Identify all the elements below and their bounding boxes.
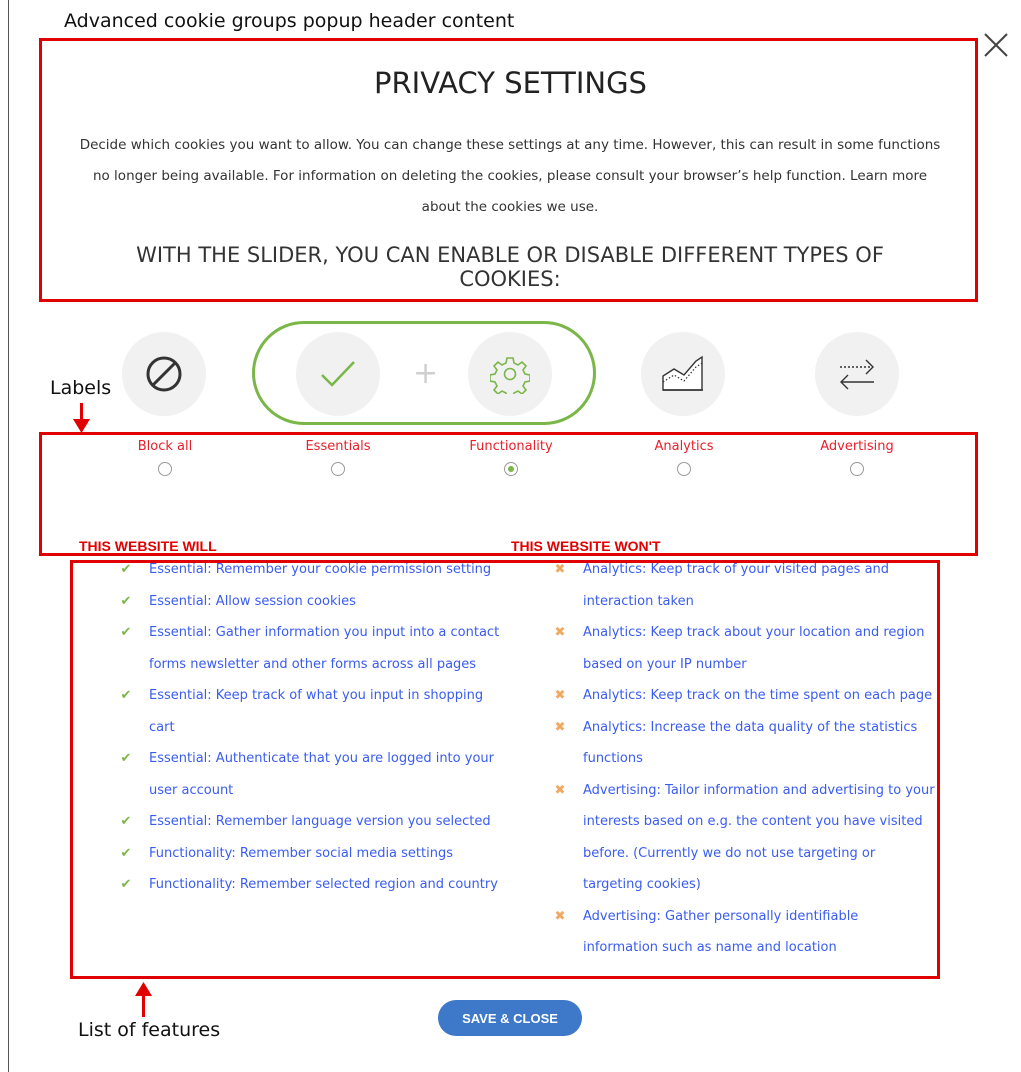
list-item: ✖ Analytics: Keep track on the time spent…	[552, 680, 937, 712]
cross-icon: ✖	[554, 782, 566, 798]
radio-advertising[interactable]	[850, 462, 864, 476]
feature-text: Essential: Authenticate that you are log…	[149, 751, 494, 798]
check-icon: ✔	[120, 688, 132, 703]
will-heading: THIS WEBSITE WILL	[79, 538, 217, 554]
list-item: ✖ Analytics: Keep track about your locati…	[552, 617, 937, 680]
radio-analytics[interactable]	[677, 462, 691, 476]
cross-icon: ✖	[554, 625, 566, 640]
annotation-labels-caption: Labels	[50, 377, 112, 399]
check-icon	[321, 361, 355, 387]
check-icon: ✔	[120, 593, 132, 609]
cross-icon: ✖	[554, 562, 566, 577]
list-item: ✔ Essential: Remember language version yo…	[118, 806, 508, 838]
wont-feature-list: ✖ Analytics: Keep track of your visited p…	[552, 554, 937, 964]
feature-text: Essential: Remember language version you…	[149, 814, 491, 829]
feature-text: Analytics: Increase the data quality of …	[583, 719, 918, 767]
advertising-circle[interactable]	[815, 332, 899, 416]
cross-icon: ✖	[554, 719, 566, 735]
slider-instruction: WITH THE SLIDER, YOU CAN ENABLE OR DISAB…	[136, 243, 884, 291]
check-icon: ✔	[120, 562, 132, 577]
popup-title: PRIVACY SETTINGS	[374, 66, 647, 100]
list-item: ✖ Advertising: Tailor information and adv…	[552, 775, 937, 901]
feature-text: Essential: Remember your cookie permissi…	[149, 562, 492, 577]
annotation-list-caption: List of features	[78, 1019, 221, 1041]
radio-block-all[interactable]	[158, 462, 172, 476]
radio-essentials[interactable]	[331, 462, 345, 476]
check-icon: ✔	[120, 751, 132, 766]
list-item: ✔ Essential: Keep track of what you input…	[118, 680, 508, 743]
gear-icon	[490, 357, 530, 394]
radio-functionality[interactable]	[504, 462, 518, 476]
option-label: Analytics	[654, 439, 714, 454]
list-item: ✔ Functionality: Remember social media se…	[118, 838, 508, 870]
popup-frame-edge	[8, 0, 9, 1072]
cross-icon: ✖	[554, 688, 566, 703]
save-close-button[interactable]: SAVE & CLOSE	[438, 1000, 582, 1036]
feature-text: Advertising: Gather personally identifia…	[583, 908, 859, 956]
chart-icon	[662, 355, 703, 391]
plus-icon: +	[413, 356, 439, 391]
analytics-circle[interactable]	[641, 332, 725, 416]
block-icon	[146, 356, 182, 392]
list-item: ✔ Essential: Allow session cookies	[118, 586, 508, 618]
feature-text: Essential: Allow session cookies	[149, 593, 356, 609]
option-analytics[interactable]: Analytics	[624, 439, 744, 481]
check-icon: ✔	[120, 814, 132, 829]
option-label: Functionality	[469, 439, 553, 454]
arrow-down-icon	[73, 419, 90, 433]
feature-text: Functionality: Remember selected region …	[149, 877, 498, 892]
feature-text: Advertising: Tailor information and adve…	[583, 782, 935, 893]
functionality-circle[interactable]	[468, 332, 552, 416]
option-block-all[interactable]: Block all	[105, 439, 225, 481]
wont-heading: THIS WEBSITE WON'T	[511, 538, 661, 554]
list-item: ✖ Advertising: Gather personally identifi…	[552, 901, 937, 964]
check-icon: ✔	[120, 877, 132, 892]
list-item: ✔ Functionality: Remember selected region…	[118, 869, 508, 901]
annotation-header-caption: Advanced cookie groups popup header cont…	[64, 10, 515, 32]
option-label: Advertising	[820, 439, 894, 454]
feature-text: Essential: Keep track of what you input …	[149, 688, 484, 735]
popup-description: Decide which cookies you want to allow. …	[79, 137, 941, 215]
feature-text: Essential: Gather information you input …	[149, 625, 500, 672]
feature-text: Functionality: Remember social media set…	[149, 845, 454, 861]
will-feature-list: ✔ Essential: Remember your cookie permiss…	[118, 554, 508, 901]
feature-text: Analytics: Keep track on the time spent …	[583, 688, 933, 703]
option-functionality[interactable]: Functionality	[451, 439, 571, 481]
list-item: ✔ Essential: Remember your cookie permiss…	[118, 554, 508, 586]
list-item: ✔ Essential: Gather information you input…	[118, 617, 508, 680]
list-item: ✖ Analytics: Keep track of your visited p…	[552, 554, 937, 617]
swap-arrows-icon	[840, 359, 874, 390]
option-label: Essentials	[305, 439, 371, 454]
option-essentials[interactable]: Essentials	[278, 439, 398, 481]
check-icon: ✔	[120, 845, 132, 861]
option-label: Block all	[137, 439, 193, 454]
arrow-up-icon	[135, 982, 152, 996]
list-item: ✔ Essential: Authenticate that you are lo…	[118, 743, 508, 806]
list-item: ✖ Analytics: Increase the data quality of…	[552, 712, 937, 775]
annotation-arrow-list	[142, 995, 145, 1017]
feature-text: Analytics: Keep track about your locatio…	[583, 625, 925, 672]
cross-icon: ✖	[554, 908, 566, 924]
block-all-circle[interactable]	[122, 332, 206, 416]
feature-text: Analytics: Keep track of your visited pa…	[583, 562, 890, 609]
close-icon[interactable]	[982, 31, 1010, 59]
essentials-circle[interactable]	[296, 332, 380, 416]
option-advertising[interactable]: Advertising	[797, 439, 917, 481]
check-icon: ✔	[120, 625, 132, 640]
